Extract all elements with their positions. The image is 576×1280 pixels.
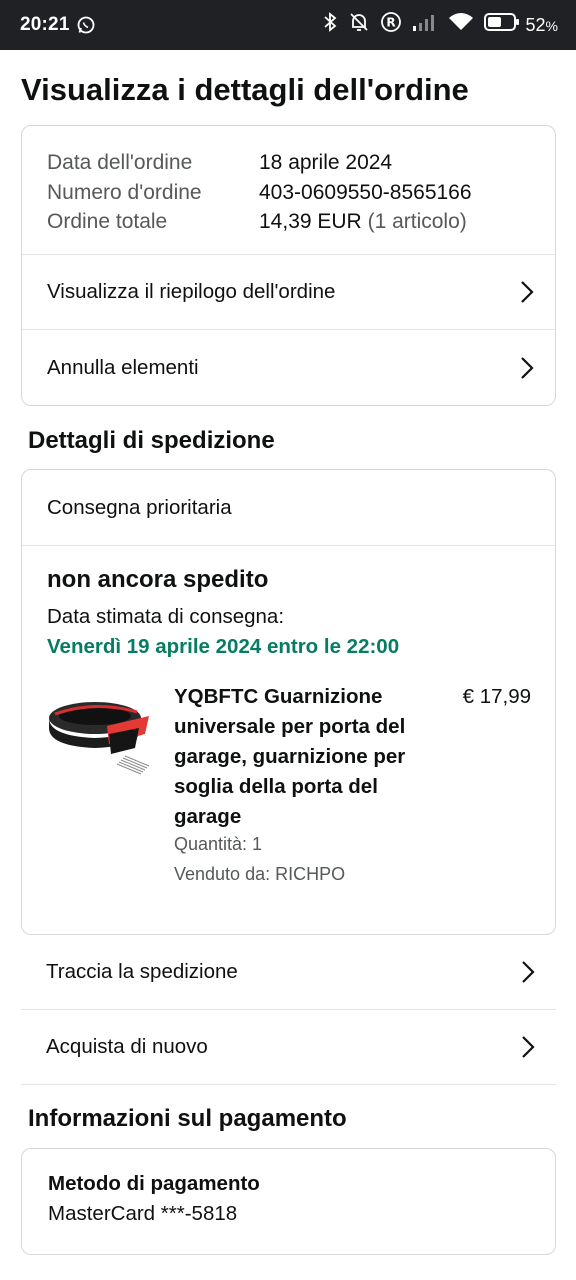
wifi-icon <box>448 12 474 38</box>
order-total-items: (1 articolo) <box>367 210 467 233</box>
bell-off-icon <box>348 11 370 39</box>
page-title: Visualizza i dettagli dell'ordine <box>21 72 469 107</box>
cancel-items-link[interactable]: Annulla elementi <box>22 330 555 405</box>
battery-icon <box>483 12 520 38</box>
order-date-label: Data dell'ordine <box>47 151 193 174</box>
chevron-right-icon <box>520 960 536 984</box>
payment-card: Metodo di pagamento MasterCard ***-5818 <box>21 1148 556 1255</box>
shipment-status: non ancora spedito <box>47 566 269 593</box>
delivery-type: Consegna prioritaria <box>22 470 555 546</box>
product-title-link[interactable]: YQBFTC Guarnizione universale per porta … <box>174 682 424 832</box>
battery-percent: 52% <box>525 14 558 35</box>
payment-method-label: Metodo di pagamento <box>48 1172 260 1195</box>
chevron-right-icon <box>519 356 535 380</box>
status-bar: 20:21 R 52% <box>0 0 576 50</box>
delivery-estimate-date: Venerdì 19 aprile 2024 entro le 22:00 <box>47 635 400 658</box>
product-seller: Venduto da: RICHPO <box>174 864 346 884</box>
order-total-row: Ordine totale 14,39 EUR (1 articolo) <box>47 207 530 237</box>
order-summary-link-label: Visualizza il riepilogo dell'ordine <box>47 280 336 303</box>
buy-again-label: Acquista di nuovo <box>46 1035 208 1058</box>
order-number-row: Numero d'ordine 403-0609550-8565166 <box>47 178 530 208</box>
order-number-value: 403-0609550-8565166 <box>259 180 472 204</box>
payment-section-title: Informazioni sul pagamento <box>28 1105 347 1132</box>
order-meta: Data dell'ordine 18 aprile 2024 Numero d… <box>22 126 555 255</box>
delivery-estimate-label: Data stimata di consegna: <box>47 605 285 628</box>
bluetooth-icon <box>322 11 338 39</box>
track-shipment-label: Traccia la spedizione <box>46 960 238 983</box>
buy-again-link[interactable]: Acquista di nuovo <box>21 1010 556 1085</box>
shipment-actions: Traccia la spedizione Acquista di nuovo <box>21 935 556 1085</box>
svg-text:R: R <box>386 16 395 30</box>
order-total-value: 14,39 EUR (1 articolo) <box>259 210 467 233</box>
order-date-value: 18 aprile 2024 <box>259 151 393 174</box>
signal-icon <box>412 12 438 38</box>
cancel-items-link-label: Annulla elementi <box>47 355 199 379</box>
chevron-right-icon <box>520 1035 536 1059</box>
chevron-right-icon <box>519 280 535 304</box>
order-summary-link[interactable]: Visualizza il riepilogo dell'ordine <box>22 255 555 330</box>
order-number-label: Numero d'ordine <box>47 180 202 204</box>
product-price: € 17,99 <box>462 685 531 708</box>
track-shipment-link[interactable]: Traccia la spedizione <box>21 935 556 1010</box>
order-date-row: Data dell'ordine 18 aprile 2024 <box>47 148 530 178</box>
product-image[interactable] <box>47 688 151 780</box>
registered-icon: R <box>380 11 402 39</box>
shipment-card: Consegna prioritaria non ancora spedito … <box>21 469 556 935</box>
payment-method-value: MasterCard ***-5818 <box>48 1202 238 1225</box>
product-quantity: Quantità: 1 <box>174 834 263 854</box>
shipping-section-title: Dettagli di spedizione <box>28 427 275 454</box>
order-total-label: Ordine totale <box>47 210 168 233</box>
status-time: 20:21 <box>20 14 70 35</box>
order-summary-card: Data dell'ordine 18 aprile 2024 Numero d… <box>21 125 556 406</box>
whatsapp-icon <box>76 15 96 35</box>
